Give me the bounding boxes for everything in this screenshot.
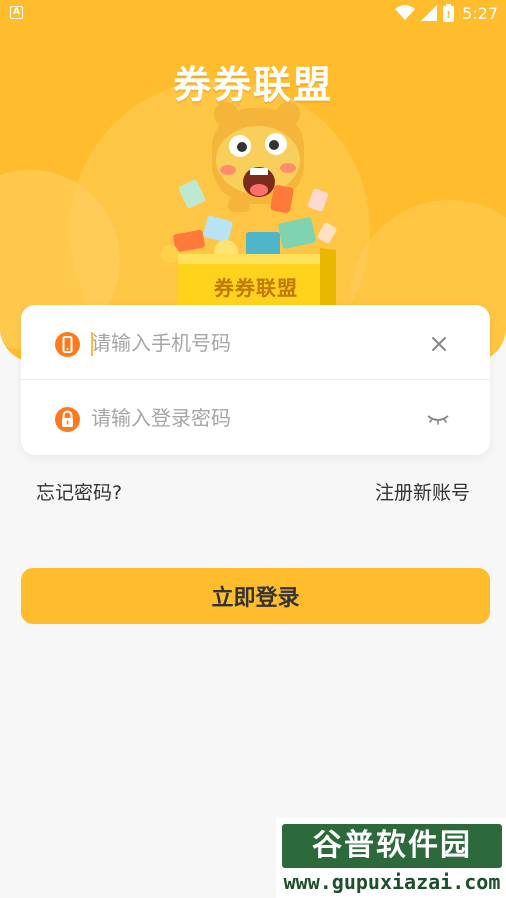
auth-links: 忘记密码? 注册新账号 bbox=[0, 478, 506, 506]
svg-text:!: ! bbox=[446, 10, 451, 21]
notification-icon: A bbox=[10, 6, 23, 19]
app-root: 券券联盟 券券联盟 A ! 5:27 请输入手机号码 忘记密码? 注册新账号 立… bbox=[0, 0, 506, 898]
watermark-title: 谷普软件园 bbox=[282, 824, 502, 868]
login-card bbox=[21, 305, 490, 455]
watermark: 谷普软件园 www.gupuxiazai.com bbox=[276, 818, 506, 898]
login-button[interactable]: 立即登录 bbox=[21, 568, 490, 624]
status-time: 5:27 bbox=[462, 3, 498, 23]
watermark-url: www.gupuxiazai.com bbox=[283, 870, 501, 894]
signal-icon bbox=[421, 5, 438, 21]
status-bar: A ! 5:27 bbox=[0, 0, 506, 26]
wifi-icon bbox=[395, 5, 416, 20]
register-link[interactable]: 注册新账号 bbox=[375, 478, 470, 505]
battery-icon: ! bbox=[443, 4, 455, 22]
phone-row bbox=[21, 305, 490, 380]
lock-icon bbox=[55, 407, 80, 432]
password-input[interactable] bbox=[91, 400, 411, 436]
text-cursor bbox=[91, 332, 93, 356]
phone-icon bbox=[55, 332, 80, 357]
password-row bbox=[21, 380, 490, 455]
forgot-password-link[interactable]: 忘记密码? bbox=[36, 478, 122, 505]
box-label: 券券联盟 bbox=[214, 276, 298, 300]
eye-closed-icon[interactable] bbox=[426, 408, 450, 430]
phone-input[interactable] bbox=[91, 325, 411, 361]
clear-icon[interactable] bbox=[428, 333, 450, 355]
